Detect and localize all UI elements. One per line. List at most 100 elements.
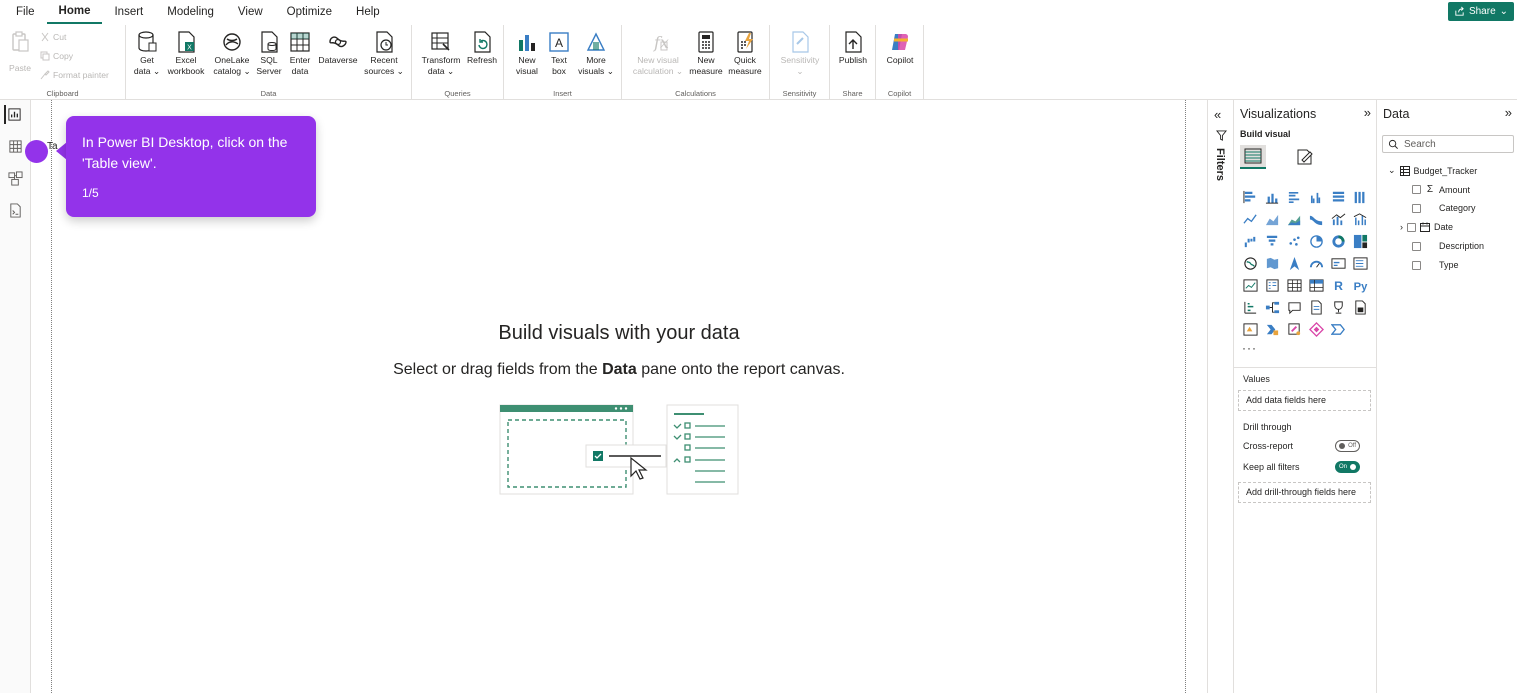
narrative-visual-button[interactable] (1305, 296, 1327, 318)
line-chart-visual-button[interactable] (1239, 208, 1261, 230)
key-influencers-visual-button[interactable] (1239, 296, 1261, 318)
menu-optimize[interactable]: Optimize (275, 0, 344, 24)
get-data-button[interactable]: Get data ⌄ (132, 29, 162, 77)
enter-data-button[interactable]: Enter data (285, 29, 315, 77)
100-bar-visual-button[interactable] (1327, 186, 1349, 208)
recent-sources-button[interactable]: Recent sources ⌄ (362, 29, 406, 77)
pie-chart-visual-button[interactable] (1305, 230, 1327, 252)
slicer-visual-button[interactable] (1261, 274, 1283, 296)
chevron-flow-visual-button[interactable] (1327, 318, 1349, 340)
menu-help[interactable]: Help (344, 0, 392, 24)
copilot-button[interactable]: Copilot (881, 29, 919, 66)
more-visuals-button[interactable]: More visuals ⌄ (576, 29, 616, 77)
smart-narrative-visual-button[interactable] (1283, 318, 1305, 340)
menu-view[interactable]: View (226, 0, 275, 24)
chevron-down-icon[interactable]: ⌄ (1388, 165, 1396, 176)
clustered-column-visual-button[interactable] (1305, 186, 1327, 208)
waterfall-visual-button[interactable] (1239, 230, 1261, 252)
field-amount[interactable]: Σ Amount (1412, 184, 1470, 195)
azure-map-visual-button[interactable] (1283, 252, 1305, 274)
field-type[interactable]: Type (1412, 260, 1459, 270)
drill-through-drop-well[interactable]: Add drill-through fields here (1238, 482, 1371, 503)
stacked-column-visual-button[interactable] (1261, 186, 1283, 208)
sensitivity-button[interactable]: Sensitivity ⌄ (776, 29, 824, 77)
transform-data-button[interactable]: Transform data ⌄ (418, 29, 464, 77)
quick-measure-button[interactable]: Quick measure (726, 29, 764, 77)
onelake-catalog-button[interactable]: OneLake catalog ⌄ (210, 29, 254, 77)
new-visual-calculation-button[interactable]: fx New visual calculation ⌄ (630, 29, 686, 77)
share-button[interactable]: Share ⌄ (1448, 2, 1514, 21)
chevron-double-right-icon[interactable]: » (1505, 105, 1512, 120)
table-view-button[interactable] (6, 137, 25, 156)
field-checkbox[interactable] (1407, 222, 1416, 232)
gauge-visual-button[interactable] (1305, 252, 1327, 274)
menu-modeling[interactable]: Modeling (155, 0, 226, 24)
new-visual-button[interactable]: New visual (510, 29, 544, 77)
line-clustered-visual-button[interactable] (1349, 208, 1371, 230)
treemap-visual-button[interactable] (1349, 230, 1371, 252)
power-apps-visual-button[interactable] (1239, 318, 1261, 340)
multi-row-card-visual-button[interactable] (1349, 252, 1371, 274)
power-platform-visual-button[interactable] (1305, 318, 1327, 340)
scatter-visual-button[interactable] (1283, 230, 1305, 252)
field-checkbox[interactable] (1412, 260, 1421, 270)
filters-pane[interactable]: « Filters (1207, 100, 1234, 693)
more-visuals-ellipsis[interactable]: ··· (1242, 341, 1257, 355)
keep-filters-toggle[interactable]: On (1335, 461, 1360, 473)
field-checkbox[interactable] (1412, 203, 1421, 213)
values-drop-well[interactable]: Add data fields here (1238, 390, 1371, 411)
text-box-button[interactable]: A Text box (544, 29, 574, 77)
sql-server-button[interactable]: SQL Server (254, 29, 284, 77)
menu-file[interactable]: File (0, 0, 47, 24)
menu-home[interactable]: Home (46, 0, 103, 24)
refresh-button[interactable]: Refresh (464, 29, 500, 66)
python-visual-visual-button[interactable]: Py (1349, 274, 1371, 296)
chevron-double-left-icon[interactable]: « (1214, 107, 1221, 122)
table-budget-tracker[interactable]: ⌄ Budget_Tracker (1388, 165, 1477, 176)
new-measure-button[interactable]: New measure (688, 29, 724, 77)
field-checkbox[interactable] (1412, 241, 1421, 251)
data-search-box[interactable] (1382, 135, 1514, 153)
donut-chart-visual-button[interactable] (1327, 230, 1349, 252)
field-date[interactable]: › Date (1400, 222, 1453, 232)
stacked-area-visual-button[interactable] (1283, 208, 1305, 230)
card-visual-button[interactable] (1327, 252, 1349, 274)
ribbon-chart-visual-button[interactable] (1305, 208, 1327, 230)
cross-report-toggle[interactable]: Off (1335, 440, 1360, 452)
dax-query-view-button[interactable] (6, 201, 25, 220)
field-description[interactable]: Description (1412, 241, 1484, 251)
decomposition-tree-visual-button[interactable] (1261, 296, 1283, 318)
publish-button[interactable]: Publish (835, 29, 871, 66)
paginated-visual-button[interactable] (1349, 296, 1371, 318)
format-visual-tab[interactable] (1292, 145, 1318, 169)
table-visual-button[interactable] (1283, 274, 1305, 296)
report-view-button[interactable] (4, 105, 23, 124)
filled-map-visual-button[interactable] (1261, 252, 1283, 274)
field-checkbox[interactable] (1412, 185, 1421, 194)
field-category[interactable]: Category (1412, 203, 1476, 213)
cut-button[interactable]: Cut (40, 32, 66, 42)
stacked-bar-visual-button[interactable] (1239, 186, 1261, 208)
matrix-visual-button[interactable] (1305, 274, 1327, 296)
kpi-visual-button[interactable] (1239, 274, 1261, 296)
map-visual-button[interactable] (1239, 252, 1261, 274)
clustered-bar-visual-button[interactable] (1283, 186, 1305, 208)
chevron-right-icon[interactable]: › (1400, 222, 1403, 232)
format-painter-button[interactable]: Format painter (40, 70, 109, 80)
line-column-visual-button[interactable] (1327, 208, 1349, 230)
qa-visual-button[interactable] (1283, 296, 1305, 318)
power-automate-visual-button[interactable] (1261, 318, 1283, 340)
build-visual-tab[interactable] (1240, 145, 1266, 169)
tour-highlight-dot[interactable] (25, 140, 48, 163)
copy-button[interactable]: Copy (40, 51, 73, 61)
dataverse-button[interactable]: Dataverse (316, 29, 360, 66)
model-view-button[interactable] (6, 169, 25, 188)
paste-button[interactable]: Paste (7, 29, 33, 74)
chevron-double-right-icon[interactable]: » (1364, 105, 1371, 120)
r-visual-visual-button[interactable]: R (1327, 274, 1349, 296)
area-chart-visual-button[interactable] (1261, 208, 1283, 230)
funnel-chart-visual-button[interactable] (1261, 230, 1283, 252)
menu-insert[interactable]: Insert (102, 0, 155, 24)
excel-workbook-button[interactable]: X Excel workbook (164, 29, 208, 77)
goals-visual-button[interactable] (1327, 296, 1349, 318)
